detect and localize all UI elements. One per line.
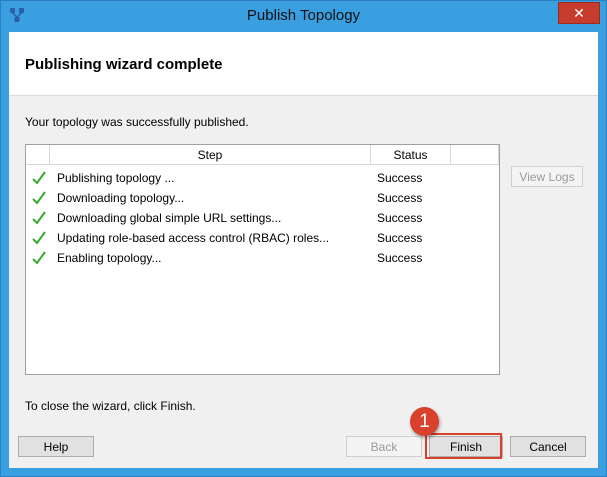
publish-topology-window: Publish Topology ✕ Publishing wizard com… (0, 0, 607, 477)
list-item[interactable]: Updating role-based access control (RBAC… (26, 228, 499, 248)
list-item[interactable]: Downloading topology... Success (26, 188, 499, 208)
checkmark-icon (32, 168, 46, 188)
status-label: Success (377, 191, 423, 205)
back-button[interactable]: Back (346, 436, 422, 457)
close-icon: ✕ (573, 5, 585, 21)
blank-column-header (451, 145, 499, 164)
list-item[interactable]: Publishing topology ... Success (26, 168, 499, 188)
wizard-body: Publishing wizard complete Your topology… (9, 32, 598, 468)
wizard-header: Publishing wizard complete (9, 32, 598, 96)
status-label: Success (377, 251, 423, 265)
page-title: Publishing wizard complete (25, 56, 223, 73)
checkmark-icon (32, 188, 46, 208)
list-header: Step Status (26, 145, 499, 165)
check-column-header (26, 145, 50, 164)
step-column-header[interactable]: Step (50, 145, 371, 164)
status-label: Success (377, 211, 423, 225)
status-label: Success (377, 231, 423, 245)
status-column-header[interactable]: Status (371, 145, 451, 164)
status-label: Success (377, 171, 423, 185)
step-label: Downloading global simple URL settings..… (57, 211, 282, 225)
checkmark-icon (32, 248, 46, 268)
step-callout-badge: 1 (410, 407, 439, 436)
help-button[interactable]: Help (18, 436, 94, 457)
view-logs-button[interactable]: View Logs (511, 166, 583, 187)
success-message: Your topology was successfully published… (25, 115, 249, 129)
checkmark-icon (32, 228, 46, 248)
window-title: Publish Topology (246, 7, 361, 24)
step-label: Updating role-based access control (RBAC… (57, 231, 330, 245)
close-window-button[interactable]: ✕ (558, 2, 600, 24)
close-instruction: To close the wizard, click Finish. (25, 399, 196, 413)
step-label: Publishing topology ... (57, 171, 175, 185)
list-item[interactable]: Enabling topology... Success (26, 248, 499, 268)
step-label: Enabling topology... (57, 251, 162, 265)
step-label: Downloading topology... (57, 191, 185, 205)
cancel-button[interactable]: Cancel (510, 436, 586, 457)
checkmark-icon (32, 208, 46, 228)
list-item[interactable]: Downloading global simple URL settings..… (26, 208, 499, 228)
publish-steps-list[interactable]: Step Status Publishing topology ... Succ… (25, 144, 500, 375)
title-bar[interactable]: Publish Topology ✕ (1, 1, 606, 31)
finish-highlight-box (425, 433, 502, 459)
